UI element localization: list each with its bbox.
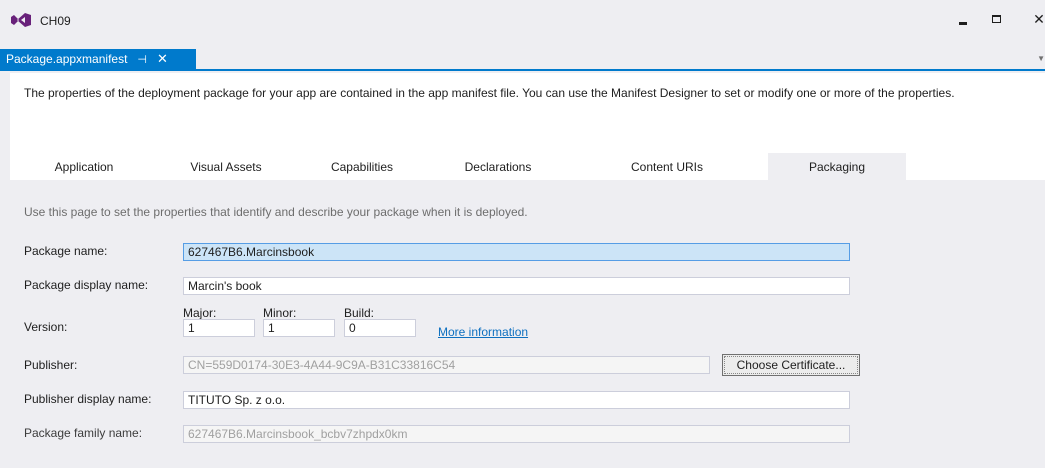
document-tab[interactable]: Package.appxmanifest ⊣ ✕ — [0, 49, 196, 69]
document-tab-label: Package.appxmanifest — [6, 52, 128, 66]
window-title: CH09 — [40, 14, 71, 28]
publisher-display-name-field[interactable]: TITUTO Sp. z o.o. — [183, 391, 850, 409]
publisher-label: Publisher: — [24, 358, 78, 372]
package-name-label: Package name: — [24, 244, 108, 258]
package-display-name-label: Package display name: — [24, 278, 149, 292]
close-window-icon: ✕ — [1033, 10, 1045, 27]
version-build-label: Build: — [344, 306, 375, 320]
tab-content-uris[interactable]: Content URIs — [566, 153, 768, 180]
designer-tabs: Application Visual Assets Capabilities D… — [10, 153, 1045, 180]
visual-studio-logo-icon — [11, 13, 31, 27]
tab-declarations[interactable]: Declarations — [430, 153, 566, 180]
close-tab-icon[interactable]: ✕ — [157, 51, 168, 67]
more-information-link[interactable]: More information — [438, 325, 528, 339]
tab-capabilities[interactable]: Capabilities — [294, 153, 430, 180]
manifest-designer: The properties of the deployment package… — [10, 73, 1045, 468]
document-tab-strip: Package.appxmanifest ⊣ ✕ ▼ — [0, 49, 1045, 71]
close-window-button[interactable]: ✕ — [1028, 8, 1045, 30]
version-minor-field[interactable]: 1 — [263, 319, 335, 337]
package-name-field[interactable]: 627467B6.Marcinsbook — [183, 243, 850, 261]
maximize-icon — [991, 15, 1001, 23]
package-family-name-field: 627467B6.Marcinsbook_bcbv7zhpdx0km — [183, 425, 850, 443]
version-major-label: Major: — [183, 306, 217, 320]
tab-visual-assets[interactable]: Visual Assets — [158, 153, 294, 180]
packaging-description: Use this page to set the properties that… — [24, 205, 528, 219]
tab-dropdown-icon[interactable]: ▼ — [1037, 54, 1045, 63]
minimize-button[interactable] — [952, 8, 974, 30]
pin-icon[interactable]: ⊣ — [137, 53, 147, 66]
version-minor-label: Minor: — [263, 306, 297, 320]
package-display-name-field[interactable]: Marcin's book — [183, 277, 850, 295]
version-build-field[interactable]: 0 — [344, 319, 416, 337]
version-major-field[interactable]: 1 — [183, 319, 255, 337]
tab-packaging[interactable]: Packaging — [768, 153, 906, 180]
maximize-button[interactable] — [985, 8, 1007, 30]
minimize-icon — [959, 21, 967, 25]
package-family-name-label: Package family name: — [24, 426, 143, 440]
title-bar: CH09 ✕ — [0, 0, 1045, 38]
tab-application[interactable]: Application — [10, 153, 158, 180]
publisher-display-name-label: Publisher display name: — [24, 392, 152, 406]
version-label: Version: — [24, 320, 68, 334]
choose-certificate-button[interactable]: Choose Certificate... — [722, 354, 860, 376]
intro-text: The properties of the deployment package… — [24, 86, 955, 100]
publisher-field: CN=559D0174-30E3-4A44-9C9A-B31C33816C54 — [183, 356, 710, 374]
